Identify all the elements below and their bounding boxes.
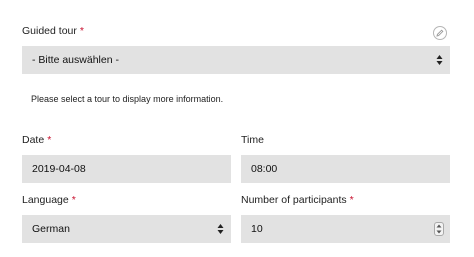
required-mark: * [349,194,354,206]
participants-value: 10 [251,223,263,235]
participants-label-text: Number of participants [241,194,347,206]
language-select-value: German [32,223,70,235]
language-label-text: Language [22,194,69,206]
tour-select[interactable]: - Bitte auswählen - [22,46,450,74]
tour-label-text: Guided tour [22,25,77,37]
language-label: Language * [22,194,76,206]
tour-label: Guided tour * [22,25,84,37]
date-label: Date * [22,134,51,146]
date-value: 2019-04-08 [32,163,86,175]
required-mark: * [79,25,84,37]
select-arrows-icon [217,223,224,235]
time-label-text: Time [241,134,264,146]
date-field[interactable]: 2019-04-08 [22,155,231,183]
date-label-text: Date [22,134,45,146]
language-select[interactable]: German [22,215,231,243]
tour-select-value: - Bitte auswählen - [32,54,119,66]
tour-info-text: Please select a tour to display more inf… [31,94,224,104]
time-label: Time [241,134,264,146]
select-arrows-icon [436,54,443,66]
participants-label: Number of participants * [241,194,354,206]
required-mark: * [47,134,52,146]
time-value: 08:00 [251,163,278,175]
time-field[interactable]: 08:00 [241,155,450,183]
required-mark: * [71,194,76,206]
participants-field[interactable]: 10 [241,215,450,243]
stepper-down-icon[interactable] [435,229,443,235]
number-stepper[interactable] [434,222,444,236]
pencil-icon[interactable] [433,26,447,40]
